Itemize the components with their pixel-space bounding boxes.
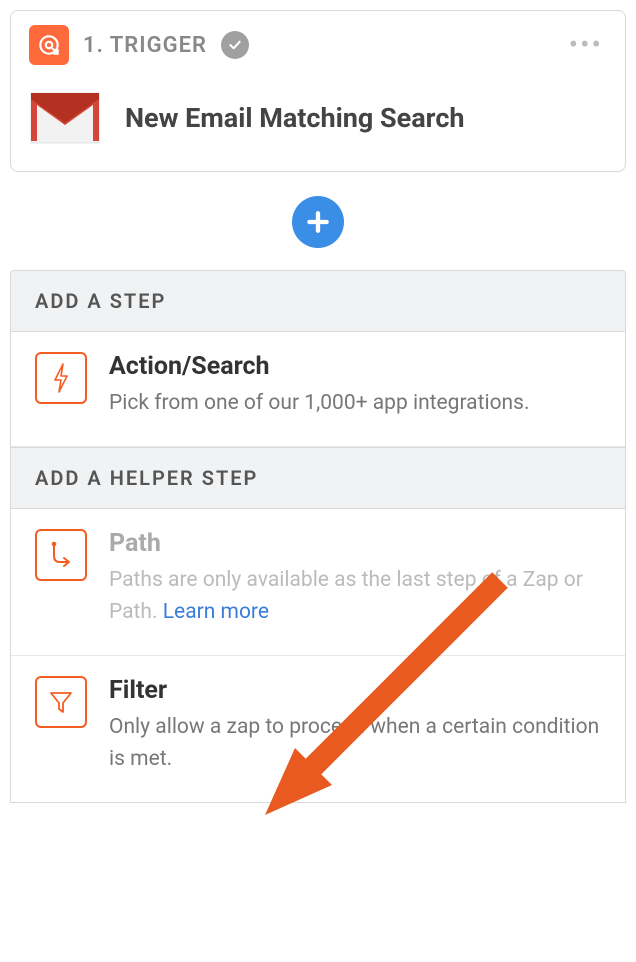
add-helper-header: ADD A HELPER STEP bbox=[11, 447, 625, 509]
trigger-step-label: 1. TRIGGER bbox=[83, 33, 207, 58]
trigger-header: 1. TRIGGER ••• bbox=[11, 11, 625, 77]
step-path[interactable]: Path Paths are only available as the las… bbox=[11, 509, 625, 656]
add-step-header: ADD A STEP bbox=[11, 271, 625, 332]
check-icon bbox=[221, 31, 249, 59]
path-icon bbox=[35, 529, 87, 581]
gmail-icon bbox=[29, 91, 101, 145]
filter-icon bbox=[35, 676, 87, 728]
trigger-app-icon bbox=[29, 25, 69, 65]
more-menu-icon[interactable]: ••• bbox=[569, 31, 607, 59]
trigger-title: New Email Matching Search bbox=[125, 102, 465, 134]
step-action-search[interactable]: Action/Search Pick from one of our 1,000… bbox=[11, 332, 625, 447]
steps-panel: ADD A STEP Action/Search Pick from one o… bbox=[10, 270, 626, 803]
trigger-body: New Email Matching Search bbox=[11, 77, 625, 171]
step-action-title: Action/Search bbox=[109, 352, 601, 381]
learn-more-link[interactable]: Learn more bbox=[163, 600, 269, 624]
add-step-button[interactable] bbox=[292, 196, 344, 248]
step-path-title: Path bbox=[109, 529, 601, 558]
step-filter-title: Filter bbox=[109, 676, 601, 705]
step-filter[interactable]: Filter Only allow a zap to proceed when … bbox=[11, 656, 625, 802]
bolt-icon bbox=[35, 352, 87, 404]
step-action-desc: Pick from one of our 1,000+ app integrat… bbox=[109, 387, 601, 420]
step-filter-desc: Only allow a zap to proceed when a certa… bbox=[109, 711, 601, 776]
trigger-card[interactable]: 1. TRIGGER ••• New Email Matching Search bbox=[10, 10, 626, 172]
step-path-desc: Paths are only available as the last ste… bbox=[109, 564, 601, 629]
add-step-row bbox=[10, 172, 626, 270]
